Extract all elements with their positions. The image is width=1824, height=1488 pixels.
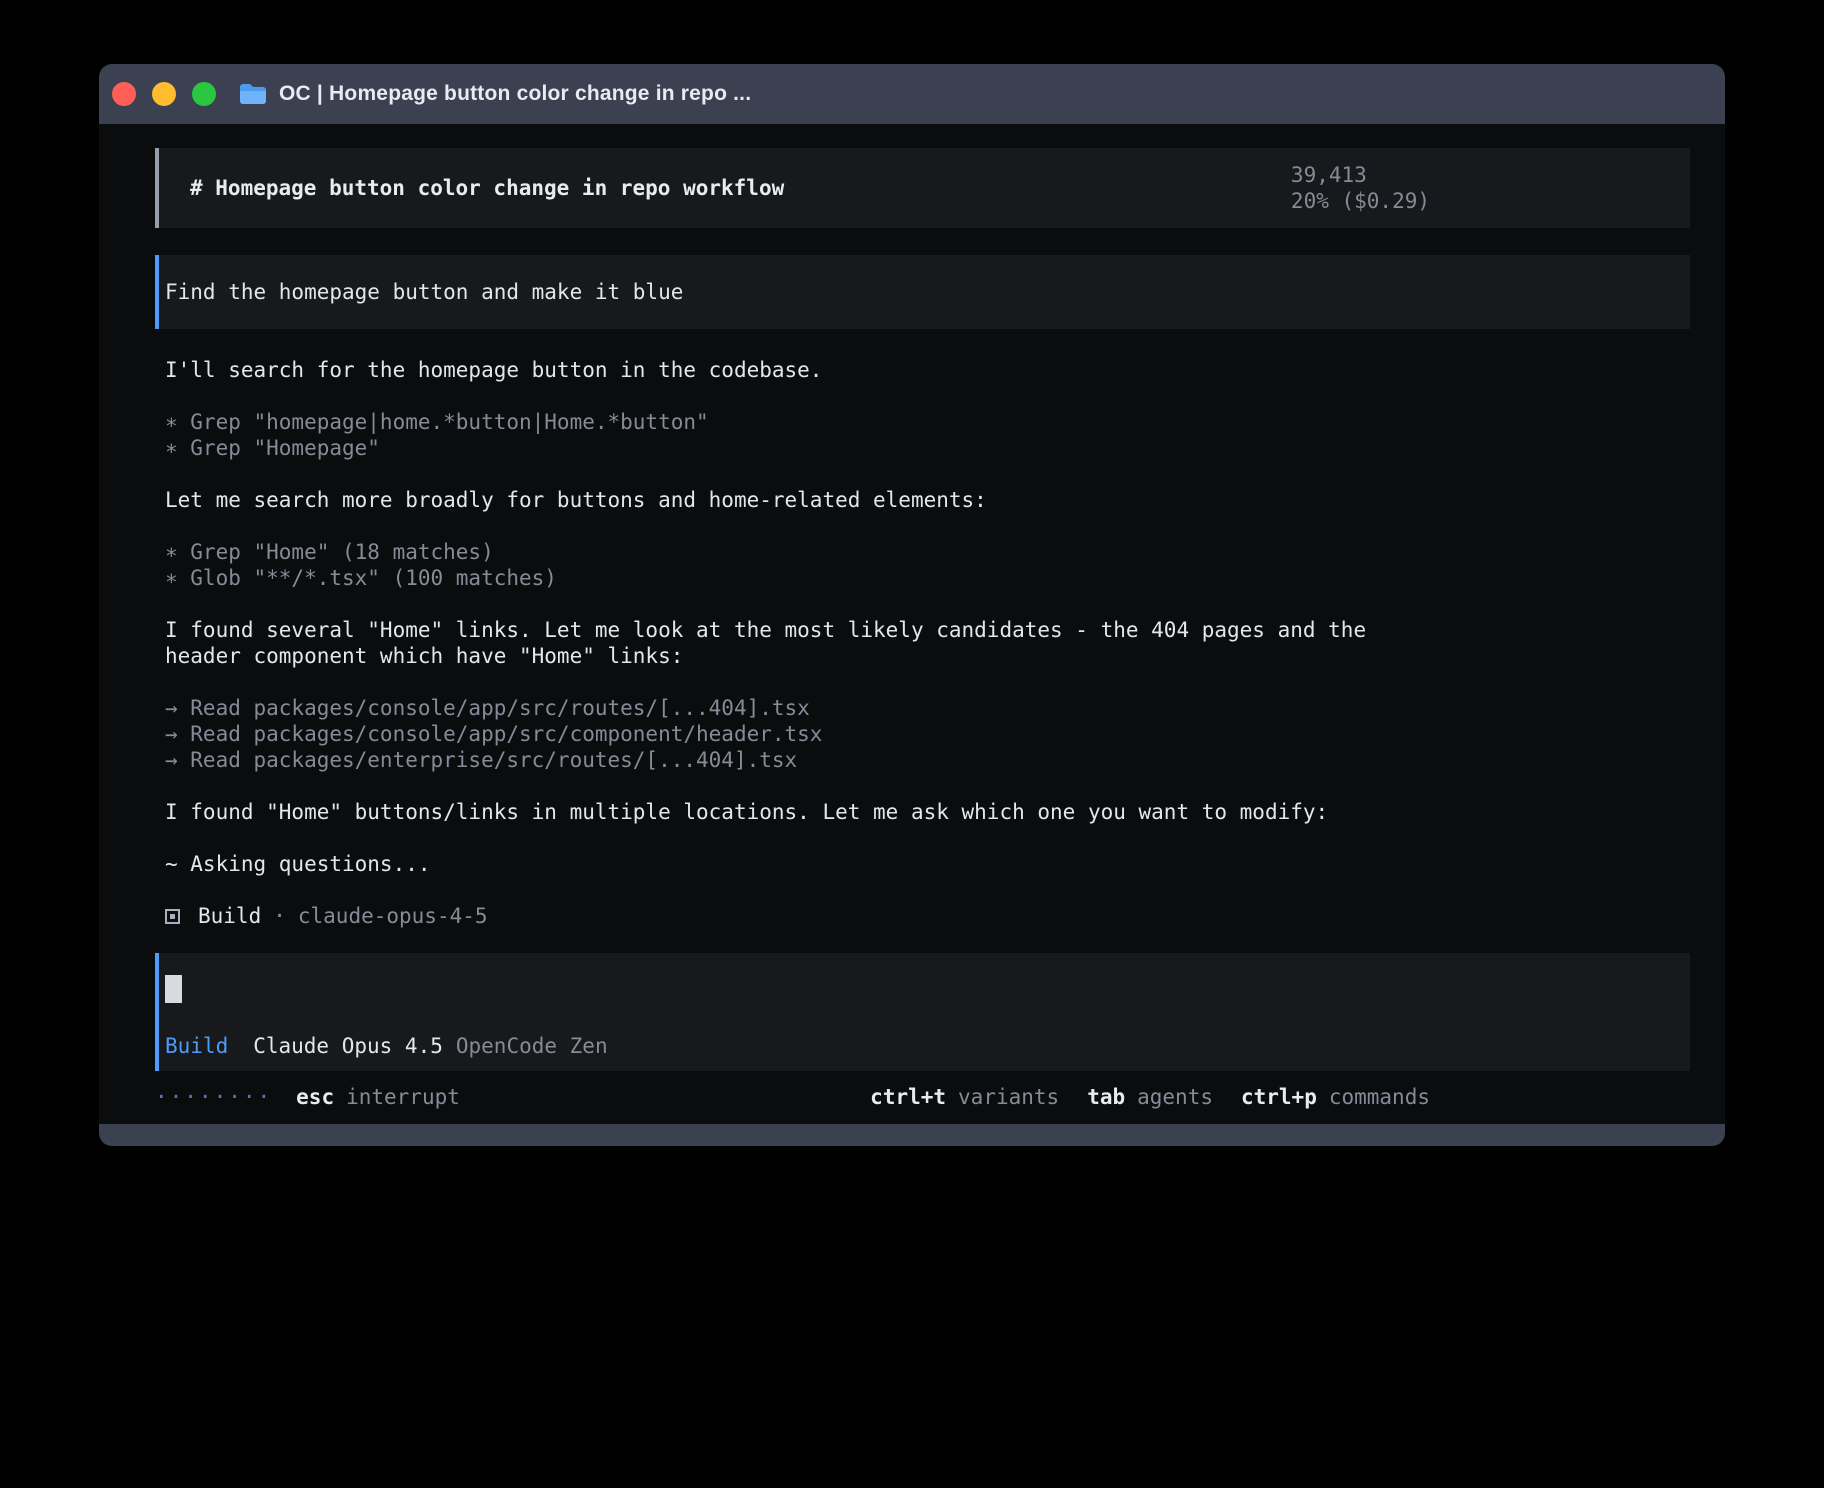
tool-call-read: → Read packages/console/app/src/componen… [165,721,1443,747]
tool-call-read: → Read packages/enterprise/src/routes/[.… [165,747,1443,773]
input-meta-row: Build Claude Opus 4.5 OpenCode Zen [165,1033,1670,1059]
session-header: # Homepage button color change in repo w… [155,148,1690,228]
provider-name: OpenCode Zen [456,1033,608,1059]
keybind-interrupt: esc interrupt [296,1084,460,1110]
agent-status-line: Build · claude-opus-4-5 [165,903,1690,929]
status-bar: ········ esc interrupt ctrl+t variants t… [155,1084,1430,1110]
keybind-label: agents [1137,1084,1213,1110]
session-title: # Homepage button color change in repo w… [190,175,784,201]
window-titlebar[interactable]: OC | Homepage button color change in rep… [99,64,1725,124]
keybind-commands: ctrl+p commands [1241,1084,1430,1110]
keybind-agents: tab agents [1087,1084,1213,1110]
agent-model: claude-opus-4-5 [298,903,488,929]
keybind-label: variants [958,1084,1059,1110]
context-usage: 20% ($0.29) [1291,189,1430,213]
tool-call-grep: ∗ Grep "Home" (18 matches) [165,539,1443,565]
status-bar-left: ········ esc interrupt [155,1084,460,1110]
assistant-text: Let me search more broadly for buttons a… [165,487,1443,513]
keybind-key: esc [296,1084,334,1110]
user-message-block: Find the homepage button and make it blu… [155,255,1690,329]
tool-call-grep: ∗ Grep "Homepage" [165,435,1443,461]
assistant-response: I'll search for the homepage button in t… [165,357,1690,929]
agent-icon [165,909,180,924]
tool-call-glob: ∗ Glob "**/*.tsx" (100 matches) [165,565,1443,591]
window-title: OC | Homepage button color change in rep… [279,82,751,106]
terminal-window: OC | Homepage button color change in rep… [99,64,1725,1146]
spinner-dots: ········ [155,1084,272,1110]
tool-call-grep: ∗ Grep "homepage|home.*button|Home.*butt… [165,409,1443,435]
terminal-content: # Homepage button color change in repo w… [99,124,1725,1124]
minimize-button[interactable] [152,82,176,106]
keybind-key: ctrl+t [870,1084,946,1110]
working-status: ~ Asking questions... [165,851,1443,877]
agent-name: Build [198,903,261,929]
model-name[interactable]: Claude Opus 4.5 [253,1033,443,1059]
assistant-text: I found several "Home" links. Let me loo… [165,617,1443,669]
prompt-input[interactable]: Build Claude Opus 4.5 OpenCode Zen [155,953,1690,1071]
close-button[interactable] [112,82,136,106]
agent-separator: · [273,903,286,929]
traffic-lights [112,82,216,106]
assistant-text: I'll search for the homepage button in t… [165,357,1443,383]
agent-mode-label[interactable]: Build [165,1033,228,1059]
token-count: 39,413 [1291,163,1367,187]
session-stats: 39,413 20% ($0.29) [1190,136,1430,240]
tool-call-read: → Read packages/console/app/src/routes/[… [165,695,1443,721]
user-message-text: Find the homepage button and make it blu… [165,279,683,305]
status-bar-right: ctrl+t variants tab agents ctrl+p comman… [870,1084,1430,1110]
text-cursor [165,975,182,1003]
keybind-variants: ctrl+t variants [870,1084,1059,1110]
folder-icon [239,83,267,105]
zoom-button[interactable] [192,82,216,106]
keybind-label: interrupt [346,1084,460,1110]
window-bottom-edge [99,1124,1725,1146]
keybind-key: ctrl+p [1241,1084,1317,1110]
keybind-key: tab [1087,1084,1125,1110]
assistant-text: I found "Home" buttons/links in multiple… [165,799,1443,825]
keybind-label: commands [1329,1084,1430,1110]
